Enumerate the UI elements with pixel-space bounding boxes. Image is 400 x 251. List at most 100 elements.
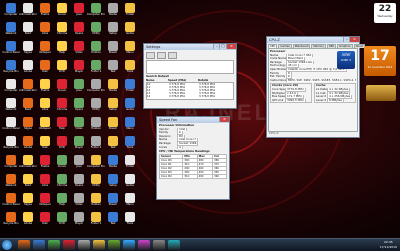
desktop-icon[interactable]: Cursor — [53, 79, 71, 97]
desktop-icon[interactable]: Computer — [2, 79, 20, 97]
desktop-icon[interactable]: Steam — [104, 117, 122, 135]
desktop-icon[interactable]: Steam — [104, 41, 122, 59]
desktop-icon[interactable]: Firefox — [36, 3, 54, 21]
start-button[interactable] — [2, 240, 12, 250]
desktop-icon[interactable]: Game — [121, 22, 139, 40]
settings-window[interactable]: Settings – □ × Search Output Name Speed … — [143, 43, 237, 109]
desktop-icon[interactable]: Player — [70, 212, 88, 230]
info-title-bar[interactable]: Speed Fan × — [157, 117, 229, 123]
desktop-icon[interactable]: Game — [121, 98, 139, 116]
desktop-icon[interactable]: Control Panel — [2, 41, 20, 59]
desktop-icon[interactable]: Administrator — [19, 79, 37, 97]
desktop-icon[interactable]: Folder — [121, 3, 139, 21]
desktop-icon[interactable]: Steam — [104, 193, 122, 211]
calendar-gadget[interactable]: 22 Wednesday — [374, 3, 396, 23]
desktop-icon[interactable]: Notepad — [36, 117, 54, 135]
desktop-icon[interactable]: Tools — [121, 212, 139, 230]
desktop-icon[interactable]: Video — [70, 41, 88, 59]
taskbar-app-icon[interactable] — [168, 240, 180, 250]
desktop-icon[interactable]: Opera — [70, 22, 88, 40]
desktop-icon[interactable]: Adobe — [19, 212, 37, 230]
taskbar-clock[interactable]: 22:45 17/11/2010 — [380, 240, 397, 250]
desktop-icon[interactable]: Toolbox — [87, 41, 105, 59]
desktop-icon[interactable]: DVD — [53, 136, 71, 154]
desktop-icon[interactable]: Firefox — [36, 79, 54, 97]
desktop-icon[interactable]: Disk — [36, 212, 54, 230]
desktop-icon[interactable]: Control Panel — [2, 193, 20, 211]
desktop-icon[interactable]: Java — [70, 3, 88, 21]
desktop-icon[interactable]: Chrome — [53, 98, 71, 116]
desktop-icon[interactable]: Media — [104, 3, 122, 21]
desktop-icon[interactable]: Libre — [36, 22, 54, 40]
desktop-icon[interactable]: Adobe — [19, 60, 37, 78]
desktop-icon[interactable]: Setup — [104, 98, 122, 116]
maximize-button[interactable]: □ — [219, 44, 226, 49]
desktop-icon[interactable]: Computer — [2, 3, 20, 21]
desktop-icon[interactable]: Media — [104, 79, 122, 97]
desktop-icon[interactable]: Help — [53, 117, 71, 135]
desktop-icon[interactable]: Network — [2, 22, 20, 40]
desktop-icon[interactable]: Menu — [121, 41, 139, 59]
desktop-icon[interactable]: Utility — [87, 98, 105, 116]
taskbar-app-icon[interactable] — [153, 240, 165, 250]
desktop-icon[interactable]: Utility — [87, 22, 105, 40]
toolbar-button[interactable] — [168, 52, 177, 59]
desktop-icon[interactable]: Computer Properties — [87, 79, 105, 97]
desktop-icon[interactable]: Computer Properties — [87, 155, 105, 173]
desktop-icon[interactable]: Skype — [19, 41, 37, 59]
cpuz-title-bar[interactable]: CPU-Z – × — [267, 37, 359, 43]
desktop-icon[interactable]: DVD — [53, 60, 71, 78]
date-gadget[interactable]: 17 22 novembre 2010 — [364, 46, 396, 76]
desktop-icon[interactable]: Video — [70, 117, 88, 135]
desktop-icon[interactable]: Tools — [121, 60, 139, 78]
desktop-icon[interactable]: Disk — [36, 136, 54, 154]
info-window[interactable]: Speed Fan × Processor Information Vendor… — [156, 116, 230, 200]
desktop-icon[interactable]: Java — [70, 79, 88, 97]
taskbar-app-icon[interactable] — [18, 240, 30, 250]
desktop-icon[interactable]: Recycle Bin — [2, 136, 20, 154]
desktop-icon[interactable]: Menu — [121, 117, 139, 135]
desktop-icon[interactable]: Network — [2, 174, 20, 192]
close-button[interactable]: × — [226, 44, 236, 49]
desktop-icon[interactable]: Paint — [19, 174, 37, 192]
desktop-icon[interactable]: Firefox — [36, 155, 54, 173]
desktop-icon[interactable]: Chrome — [53, 22, 71, 40]
desktop-icon[interactable]: Adobe — [19, 136, 37, 154]
desktop-icon[interactable]: Tools — [121, 136, 139, 154]
desktop-icon[interactable]: Folder 2 — [87, 136, 105, 154]
taskbar-app-icon[interactable] — [48, 240, 60, 250]
desktop-icon[interactable]: Folder — [121, 155, 139, 173]
desktop-icon[interactable]: Cursor — [53, 3, 71, 21]
desktop-icon[interactable]: Chrome — [53, 174, 71, 192]
desktop-icon[interactable]: Game — [121, 174, 139, 192]
desktop-icon[interactable]: Notepad — [36, 193, 54, 211]
desktop-icon[interactable]: Toolbox — [87, 193, 105, 211]
desktop-icon[interactable]: DVD — [53, 212, 71, 230]
taskbar-app-icon[interactable] — [78, 240, 90, 250]
desktop-icon[interactable]: Recycle Bin — [2, 60, 20, 78]
desktop-icon[interactable]: Help — [53, 193, 71, 211]
desktop-icon[interactable]: Libre — [36, 98, 54, 116]
desktop-icon[interactable]: Setup — [104, 174, 122, 192]
taskbar-app-icon[interactable] — [138, 240, 150, 250]
desktop-icon[interactable]: Menu — [121, 193, 139, 211]
desktop-icon[interactable]: Folder 2 — [87, 60, 105, 78]
desktop-icon[interactable]: Folder 2 — [87, 212, 105, 230]
desktop-icon[interactable]: Help — [53, 41, 71, 59]
desktop-icon[interactable]: Video — [70, 193, 88, 211]
desktop-icon[interactable]: Player — [70, 136, 88, 154]
desktop-icon[interactable]: Paint — [19, 98, 37, 116]
desktop-icon[interactable]: Test — [104, 136, 122, 154]
toolbar-button[interactable] — [157, 52, 166, 59]
desktop-icon[interactable]: Setup — [104, 22, 122, 40]
taskbar-app-icon[interactable] — [33, 240, 45, 250]
desktop-icon[interactable]: Computer Properties — [87, 3, 105, 21]
desktop-icon[interactable]: Cursor — [53, 155, 71, 173]
desktop-icon[interactable]: Folder — [121, 79, 139, 97]
table-row[interactable]: 14 3,776,8 Mhz 3,776,8 Mhz — [147, 95, 233, 98]
desktop-icon[interactable]: Java — [70, 155, 88, 173]
desktop-icon[interactable]: Administrator — [19, 155, 37, 173]
desktop-icon[interactable]: Utility — [87, 174, 105, 192]
desktop-icon[interactable]: Control Panel — [2, 117, 20, 135]
taskbar-app-icon[interactable] — [123, 240, 135, 250]
